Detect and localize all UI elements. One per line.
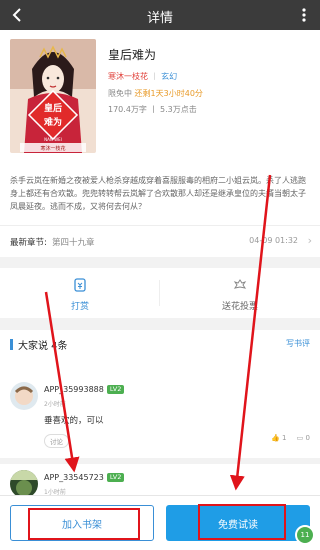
author-line: 寒沐一枝花 丨 玄幻 — [108, 72, 178, 81]
username: APP_35993888 — [44, 385, 104, 394]
free-label: 限免中 — [108, 89, 132, 98]
divider — [0, 458, 320, 464]
free-read-button[interactable]: 免费试读 — [166, 505, 310, 541]
book-info-card: 皇后 难为 NAN WEI 寒沐一枝花 皇后难为 寒沐一枝花 丨 玄幻 限免中 … — [0, 30, 320, 255]
flower-icon — [232, 277, 248, 291]
add-to-shelf-button[interactable]: 加入书架 — [10, 505, 154, 541]
cover-pinyin: NAN WEI — [44, 137, 62, 142]
write-review-link[interactable]: 写书评 — [286, 338, 310, 349]
free-countdown: 还剩1天3小时40分 — [134, 89, 203, 98]
author-name[interactable]: 寒沐一枝花 — [108, 72, 148, 81]
tip-icon — [72, 277, 88, 292]
latest-chapter-time: 04-09 01:32 — [249, 236, 298, 245]
notification-badge[interactable]: 11 — [295, 525, 315, 545]
reply-icon[interactable]: ▭ — [297, 434, 304, 442]
like-count: 1 — [281, 434, 287, 442]
comment-item[interactable]: APP_33545723 LV2 1小时前 — [0, 470, 320, 495]
reply-count: 0 — [305, 434, 310, 442]
latest-chapter-name: 第四十九章 — [52, 238, 95, 248]
thumbs-up-icon[interactable]: 👍 — [271, 434, 280, 442]
level-badge: LV2 — [106, 385, 125, 394]
genre-link[interactable]: 玄幻 — [161, 72, 177, 81]
action-row: 打赏 送花投票 — [0, 268, 320, 318]
comment-username: APP_35993888 LV2 — [44, 385, 125, 394]
comments-title: 大家说 4条 — [18, 341, 68, 352]
avatar[interactable] — [10, 382, 38, 410]
comments-header: 大家说 4条 写书评 — [0, 330, 320, 356]
cover-title-top: 皇后 — [44, 102, 62, 114]
cover-title-bottom: 难为 — [43, 116, 62, 128]
free-status-line: 限免中 还剩1天3小时40分 — [108, 88, 203, 99]
chevron-right-icon: › — [307, 234, 312, 247]
comment-text: 垂喜欢的，可以 — [44, 416, 104, 426]
book-cover-image[interactable]: 皇后 难为 NAN WEI 寒沐一枝花 — [10, 39, 96, 153]
book-title: 皇后难为 — [108, 48, 157, 62]
book-stats: 170.4万字 丨 5.3万点击 — [108, 105, 197, 114]
level-badge: LV2 — [106, 473, 125, 482]
username: APP_33545723 — [44, 473, 104, 482]
page-title: 详情 — [146, 11, 173, 26]
flower-label: 送花投票 — [221, 302, 258, 312]
latest-chapter-label: 最新章节: — [10, 238, 47, 248]
comments-section: 大家说 4条 写书评 APP_35993888 LV2 2小时前 垂喜欢的，可以 … — [0, 330, 320, 495]
bottom-action-bar: 加入书架 免费试读 11 — [0, 495, 320, 550]
latest-chapter-row[interactable]: 最新章节: 第四十九章 04-09 01:32 › — [0, 225, 320, 257]
comment-item[interactable]: APP_35993888 LV2 2小时前 垂喜欢的，可以 讨论 👍 1 ▭ 0 — [0, 382, 320, 452]
more-vertical-icon[interactable] — [296, 4, 312, 26]
comment-stats: 👍 1 ▭ 0 — [271, 434, 310, 442]
tip-button[interactable]: 打赏 — [0, 268, 160, 318]
avatar[interactable] — [10, 470, 38, 495]
section-accent-bar — [10, 339, 13, 350]
tip-label: 打赏 — [70, 302, 89, 312]
book-description[interactable]: 杀手云岚在新婚之夜被爱人枪杀穿越成穿着喜服服毒的相府二小姐云岚。杀了人逃跑身上都… — [10, 174, 310, 213]
cover-author: 寒沐一枝花 — [40, 145, 65, 152]
send-flower-button[interactable]: 送花投票 — [160, 268, 320, 318]
comment-time: 2小时前 — [44, 401, 66, 408]
comment-username: APP_33545723 LV2 — [44, 473, 125, 482]
comment-tag[interactable]: 讨论 — [44, 434, 69, 448]
comment-time: 1小时前 — [44, 489, 66, 495]
top-bar: 详情 — [0, 0, 320, 30]
